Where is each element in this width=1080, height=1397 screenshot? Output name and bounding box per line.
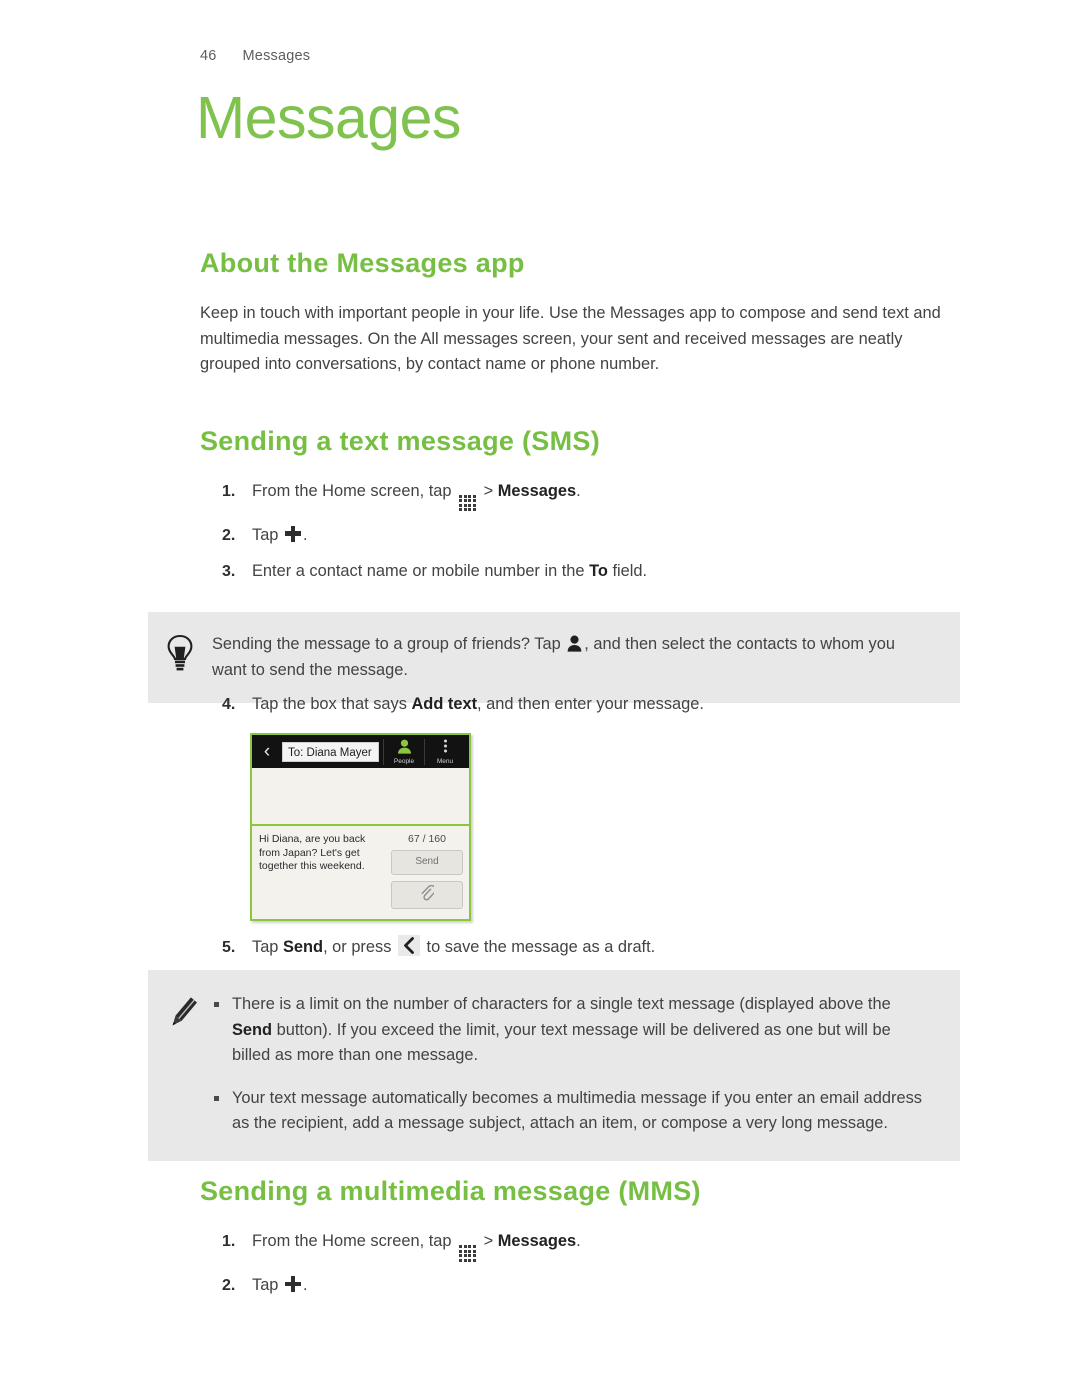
note-bullet-1-bold: Send — [232, 1020, 273, 1039]
phone-compose-area: Hi Diana, are you back from Japan? Let's… — [252, 826, 469, 919]
step-number: 1. — [222, 482, 236, 500]
tip-text: Sending the message to a group of friend… — [212, 632, 930, 683]
step-period: . — [303, 525, 308, 544]
phone-menu-button[interactable]: Menu — [425, 738, 465, 765]
running-header-chapter: Messages — [242, 48, 311, 64]
step-period: . — [576, 481, 581, 500]
note-callout: There is a limit on the number of charac… — [148, 970, 960, 1161]
note-bullet-list: There is a limit on the number of charac… — [212, 992, 930, 1137]
person-icon — [567, 635, 582, 652]
step-bold-messages: Messages — [497, 1232, 577, 1250]
note-bullet-1-post: button). If you exceed the limit, your t… — [232, 1020, 891, 1065]
step-bold-messages: Messages — [497, 481, 577, 500]
people-icon — [384, 739, 424, 757]
running-header: 46 Messages — [200, 48, 310, 64]
lightbulb-icon — [148, 632, 212, 683]
step-number: 5. — [222, 939, 236, 956]
step-number: 3. — [222, 562, 236, 580]
note-bullet-1-pre: There is a limit on the number of charac… — [232, 995, 891, 1013]
section-heading-sms: Sending a text message (SMS) — [200, 425, 601, 456]
step-text: Tap the box that says — [252, 695, 407, 713]
sms-steps: 1. From the Home screen, tap > Messages. … — [200, 479, 960, 584]
plus-icon — [285, 1276, 301, 1292]
phone-people-button[interactable]: People — [384, 738, 424, 765]
mms-step-2: 2. Tap . — [200, 1273, 960, 1298]
step-period: . — [303, 1276, 308, 1294]
step-text-mid: , or press — [323, 938, 392, 956]
sms-step-4: 4. Tap the box that says Add text, and th… — [200, 692, 960, 717]
step-text-tail: , and then enter your message. — [477, 695, 704, 713]
phone-screenshot-figure: ‹ To: Diana Mayer People Menu Hi Diana, … — [250, 733, 471, 921]
phone-to-field[interactable]: To: Diana Mayer — [282, 741, 379, 762]
page-number: 46 — [200, 48, 217, 64]
step-text-tail: to save the message as a draft. — [426, 938, 656, 956]
mms-steps: 1. From the Home screen, tap > Messages. … — [200, 1229, 960, 1298]
plus-icon — [285, 525, 301, 542]
section-heading-mms: Sending a multimedia message (MMS) — [200, 1176, 701, 1206]
step-bold-add-text: Add text — [411, 695, 478, 713]
step-bold-send: Send — [283, 938, 324, 956]
sms-step-2: 2. Tap . — [200, 523, 960, 548]
tip-text-pre: Sending the message to a group of friend… — [212, 635, 561, 653]
step-separator: > — [483, 481, 494, 500]
step-text: Enter a contact name or mobile number in… — [252, 561, 585, 580]
sms-steps-continued: 4. Tap the box that says Add text, and th… — [200, 692, 960, 971]
step-separator: > — [483, 1232, 494, 1250]
note-bullet-2: Your text message automatically becomes … — [212, 1086, 930, 1137]
step-period: . — [576, 1232, 581, 1250]
sms-step-1: 1. From the Home screen, tap > Messages. — [200, 479, 960, 512]
step-bold-to: To — [589, 561, 608, 580]
phone-top-bar: ‹ To: Diana Mayer People Menu — [252, 735, 469, 768]
phone-back-icon[interactable]: ‹ — [256, 742, 278, 761]
people-label: People — [393, 757, 415, 765]
note-bullet-1: There is a limit on the number of charac… — [212, 992, 930, 1069]
phone-message-text[interactable]: Hi Diana, are you back from Japan? Let's… — [259, 833, 391, 919]
step-number: 4. — [222, 696, 236, 713]
document-page: 46 Messages Messages About the Messages a… — [0, 0, 1080, 1397]
tip-callout: Sending the message to a group of friend… — [148, 612, 960, 703]
content-column: About the Messages app Keep in touch wit… — [200, 248, 960, 595]
phone-send-button[interactable]: Send — [391, 850, 463, 875]
menu-overflow-icon — [425, 739, 465, 757]
app-drawer-grid-icon — [459, 494, 476, 512]
step-text: Tap — [252, 938, 279, 956]
phone-compose-actions: 67 / 160 Send — [391, 833, 463, 919]
chapter-title: Messages — [196, 85, 461, 151]
sms-step-3: 3. Enter a contact name or mobile number … — [200, 559, 960, 584]
mms-step-1: 1. From the Home screen, tap > Messages. — [200, 1229, 960, 1262]
step-text: From the Home screen, tap — [252, 481, 452, 500]
back-chevron-icon — [397, 935, 420, 956]
step-text: From the Home screen, tap — [252, 1232, 452, 1250]
step-text-tail: field. — [612, 561, 648, 580]
step-number: 1. — [222, 1233, 236, 1250]
about-paragraph: Keep in touch with important people in y… — [200, 304, 941, 373]
sms-step-5: 5. Tap Send, or press to save the message… — [200, 935, 960, 960]
phone-attach-button[interactable] — [391, 881, 463, 909]
section-heading-about: About the Messages app — [200, 248, 525, 278]
step-number: 2. — [222, 1277, 236, 1294]
menu-label: Menu — [436, 757, 454, 765]
app-drawer-grid-icon — [459, 1245, 476, 1262]
phone-char-counter: 67 / 160 — [408, 833, 446, 845]
mms-section: Sending a multimedia message (MMS) 1. Fro… — [200, 1176, 960, 1309]
step-text: Tap — [252, 1276, 279, 1294]
step-number: 2. — [222, 526, 236, 544]
pencil-icon — [148, 992, 212, 1137]
step-text: Tap — [252, 525, 279, 544]
phone-conversation-area — [252, 768, 469, 826]
